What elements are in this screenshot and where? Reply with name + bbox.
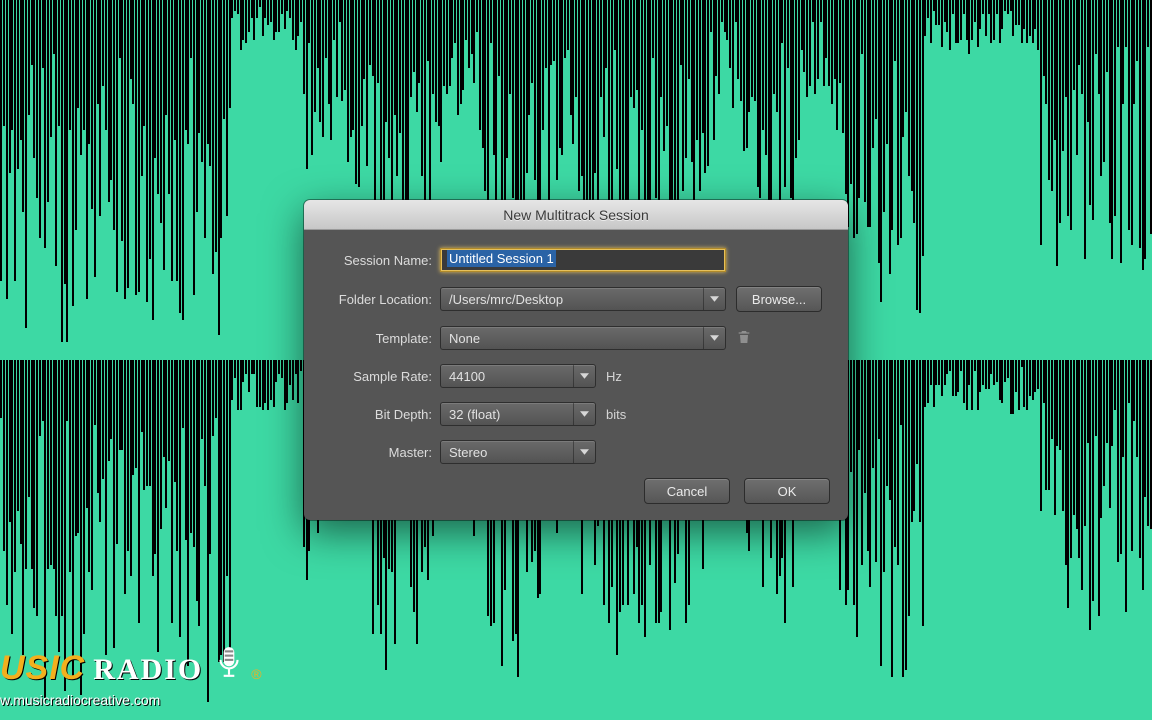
chevron-down-icon xyxy=(573,441,595,463)
folder-location-combo[interactable]: /Users/mrc/Desktop xyxy=(440,287,726,311)
new-multitrack-session-dialog: New Multitrack Session Session Name: Unt… xyxy=(304,200,848,520)
label-sample-rate: Sample Rate: xyxy=(322,369,440,384)
trash-icon[interactable] xyxy=(736,329,754,347)
chevron-down-icon xyxy=(703,327,725,349)
watermark-url: w.musicradiocreative.com xyxy=(0,692,262,708)
chevron-down-icon xyxy=(573,365,595,387)
label-template: Template: xyxy=(322,331,440,346)
ok-button[interactable]: OK xyxy=(744,478,830,504)
dialog-title: New Multitrack Session xyxy=(304,200,848,230)
chevron-down-icon xyxy=(573,403,595,425)
session-name-input[interactable]: Untitled Session 1 xyxy=(440,248,726,272)
unit-hz: Hz xyxy=(606,369,622,384)
sample-rate-combo[interactable]: 44100 xyxy=(440,364,596,388)
watermark-logo: USIC RADIO ® w.musicradiocreative.com xyxy=(0,645,262,708)
cancel-button[interactable]: Cancel xyxy=(644,478,730,504)
microphone-icon xyxy=(215,645,243,679)
label-folder-location: Folder Location: xyxy=(322,292,440,307)
master-combo[interactable]: Stereo xyxy=(440,440,596,464)
browse-button[interactable]: Browse... xyxy=(736,286,822,312)
label-session-name: Session Name: xyxy=(322,253,440,268)
label-bit-depth: Bit Depth: xyxy=(322,407,440,422)
label-master: Master: xyxy=(322,445,440,460)
unit-bits: bits xyxy=(606,407,626,422)
template-combo[interactable]: None xyxy=(440,326,726,350)
bit-depth-combo[interactable]: 32 (float) xyxy=(440,402,596,426)
chevron-down-icon xyxy=(703,288,725,310)
